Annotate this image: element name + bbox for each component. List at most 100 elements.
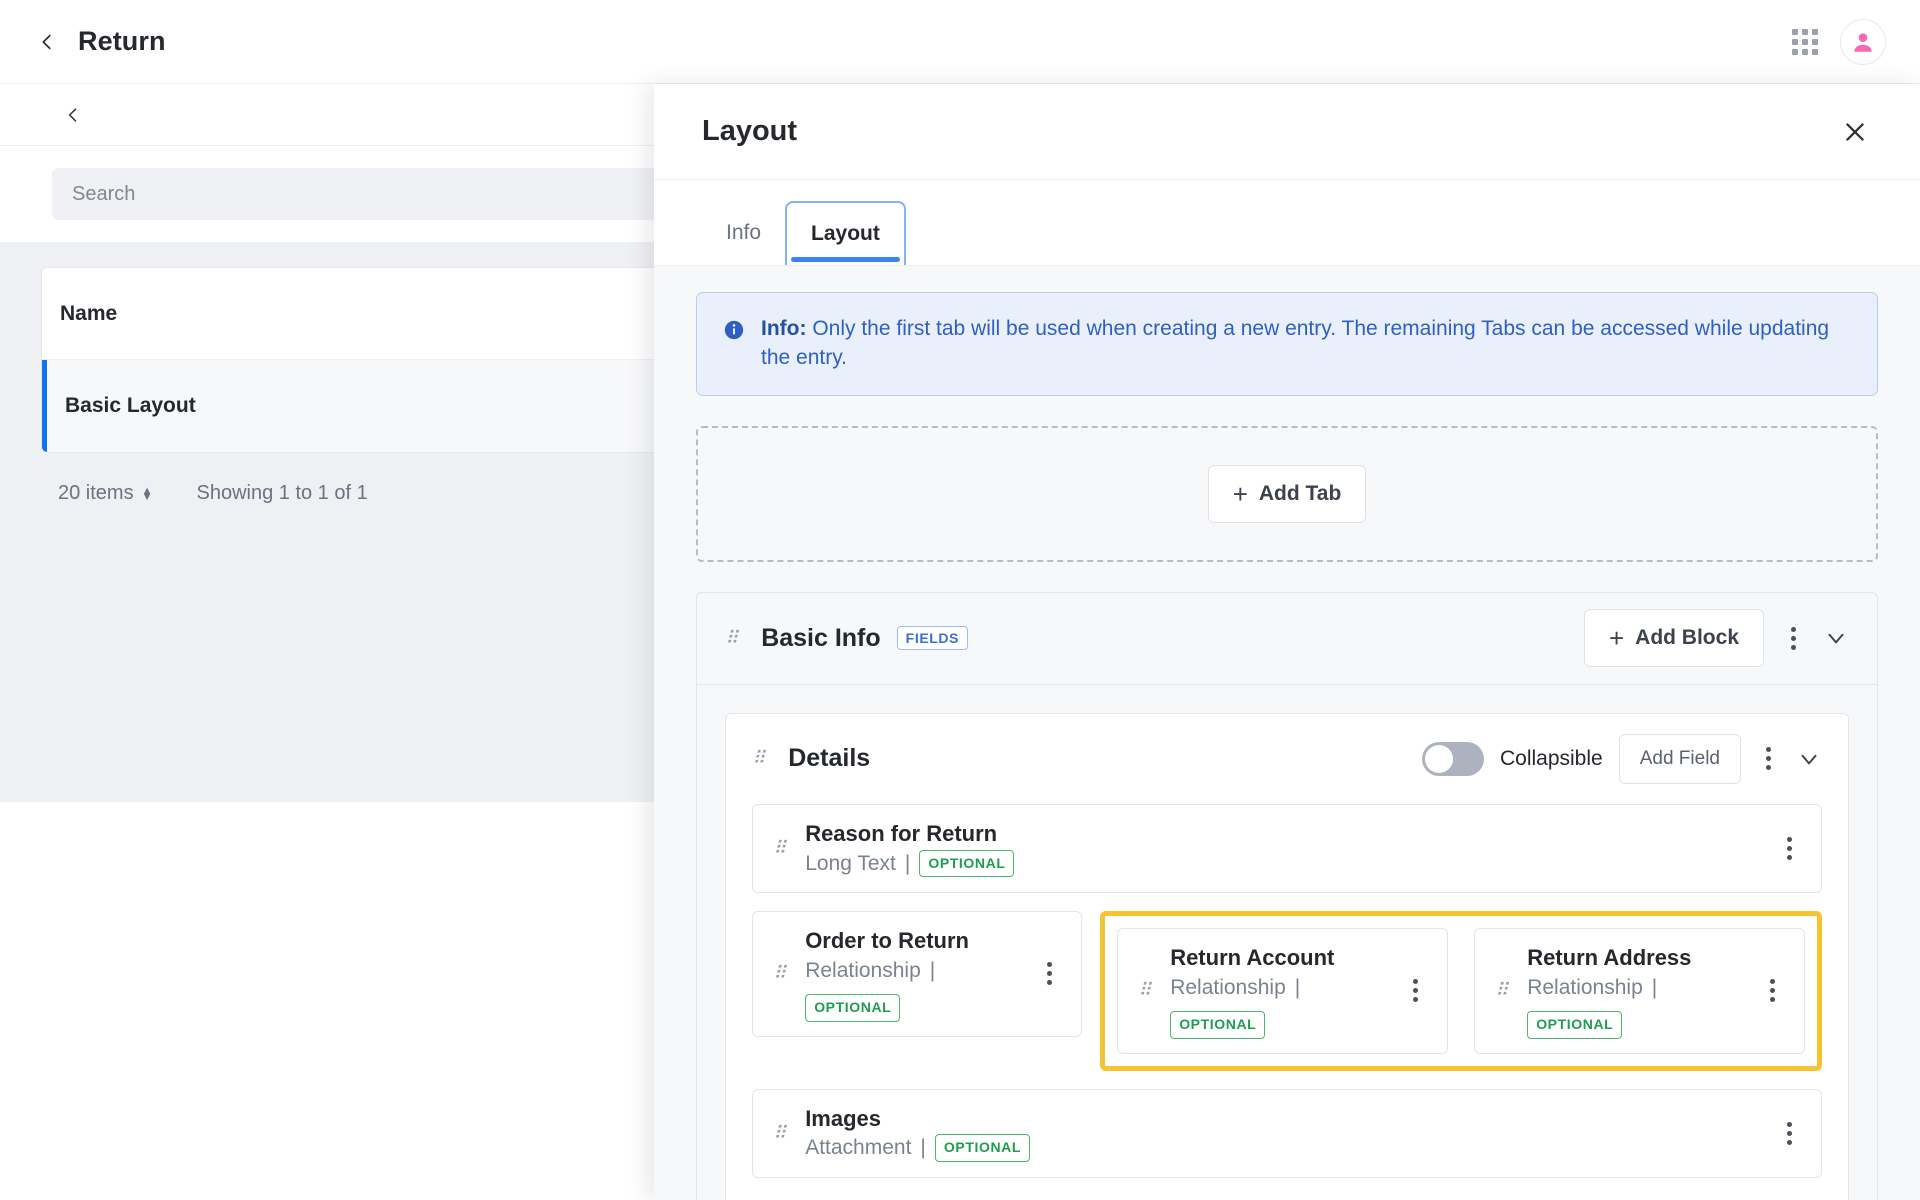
kebab-menu-icon[interactable] xyxy=(1401,973,1427,1008)
top-bar: Return xyxy=(0,0,1920,84)
status-badge-optional: OPTIONAL xyxy=(805,994,901,1022)
field-col-order-to-return: ⠿ Order to Return Relationship | OPTIONA… xyxy=(752,911,1082,1071)
field-separator: | xyxy=(929,958,936,982)
column-header-name: Name xyxy=(60,301,118,325)
toggle-knob xyxy=(1424,744,1453,773)
status-badge-optional: OPTIONAL xyxy=(934,1134,1031,1162)
field-row-relationships: ⠿ Order to Return Relationship | OPTIONA… xyxy=(752,911,1822,1071)
info-banner-text-wrap: Info: Only the first tab will be used wh… xyxy=(761,315,1851,373)
page-title: Return xyxy=(78,26,166,56)
field-name: Return Address xyxy=(1527,945,1692,971)
field-texts: Return Address Relationship | OPTIONAL xyxy=(1527,943,1758,1039)
drag-handle-icon[interactable]: ⠿ xyxy=(752,749,766,767)
field-main: ⠿ Images Attachment | OPTIONAL xyxy=(773,1104,1775,1163)
plus-icon: + xyxy=(1608,623,1625,654)
status-badge-optional: OPTIONAL xyxy=(1527,1011,1623,1039)
chevron-left-icon[interactable] xyxy=(34,29,60,55)
collapsible-label: Collapsible xyxy=(1499,746,1603,770)
field-type: Relationship xyxy=(1527,975,1643,999)
app-root: Return Search Name Basic Layout 20 items… xyxy=(0,0,1920,1200)
status-badge-fields: FIELDS xyxy=(896,626,969,651)
field-name: Images xyxy=(805,1105,882,1131)
field-texts: Return Account Relationship | OPTIONAL xyxy=(1170,943,1401,1039)
section-header: ⠿ Details Collapsible Add Field xyxy=(726,714,1848,804)
kebab-menu-icon[interactable] xyxy=(1782,621,1805,656)
kebab-menu-icon[interactable] xyxy=(1775,831,1801,866)
status-badge-optional: OPTIONAL xyxy=(919,849,1015,878)
field-texts: Images Attachment | OPTIONAL xyxy=(805,1104,1031,1163)
section-body: ⠿ Reason for Return Long Text | OPTIONAL xyxy=(726,803,1848,1200)
field-card-images[interactable]: ⠿ Images Attachment | OPTIONAL xyxy=(752,1088,1822,1178)
field-meta: Long Text | OPTIONAL xyxy=(805,849,1015,878)
field-name: Order to Return xyxy=(805,928,969,954)
block-body: ⠿ Details Collapsible Add Field ⠿ Reason… xyxy=(697,685,1877,1200)
field-type: Relationship xyxy=(805,958,921,982)
info-banner-label: Info: xyxy=(761,317,807,340)
drag-handle-icon[interactable]: ⠿ xyxy=(773,1124,787,1142)
kebab-menu-icon[interactable] xyxy=(1757,741,1780,776)
drag-handle-icon[interactable]: ⠿ xyxy=(725,629,739,647)
info-circle-icon xyxy=(723,319,745,350)
plus-icon: + xyxy=(1232,478,1248,509)
add-block-button[interactable]: + Add Block xyxy=(1583,609,1764,668)
field-separator: | xyxy=(1651,975,1658,999)
kebab-menu-icon[interactable] xyxy=(1035,956,1061,991)
drag-handle-icon[interactable]: ⠿ xyxy=(773,839,787,857)
collapsible-toggle[interactable] xyxy=(1421,741,1484,776)
field-main: ⠿ Order to Return Relationship | OPTIONA… xyxy=(773,926,1035,1022)
selection-highlight-box: ⠿ Return Account Relationship | OPTIONAL xyxy=(1100,911,1822,1071)
field-separator: | xyxy=(904,851,911,875)
chevron-down-icon[interactable] xyxy=(1796,746,1822,772)
add-tab-button[interactable]: + Add Tab xyxy=(1207,464,1367,523)
field-name: Return Account xyxy=(1170,945,1335,971)
avatar[interactable] xyxy=(1840,18,1886,65)
field-main: ⠿ Return Account Relationship | OPTIONAL xyxy=(1138,943,1401,1039)
field-meta: Attachment | OPTIONAL xyxy=(805,1133,1031,1162)
layout-modal: Layout Info Layout Info: Only the first … xyxy=(654,84,1920,1200)
field-main: ⠿ Return Address Relationship | OPTIONAL xyxy=(1495,943,1758,1039)
chevron-down-icon[interactable] xyxy=(1823,625,1849,651)
modal-tabs: Info Layout xyxy=(654,180,1920,266)
field-card-order-to-return[interactable]: ⠿ Order to Return Relationship | OPTIONA… xyxy=(752,911,1082,1037)
items-count-label: 20 items xyxy=(58,482,134,504)
drag-handle-icon[interactable]: ⠿ xyxy=(1138,981,1152,999)
row-label-basic-layout: Basic Layout xyxy=(65,394,196,417)
field-type: Attachment xyxy=(805,1136,912,1160)
showing-range-label: Showing 1 to 1 of 1 xyxy=(196,482,368,504)
chevron-left-icon-secondary[interactable] xyxy=(60,102,86,128)
field-name: Reason for Return xyxy=(805,820,998,846)
kebab-menu-icon[interactable] xyxy=(1758,973,1784,1008)
kebab-menu-icon[interactable] xyxy=(1775,1116,1801,1151)
field-type: Relationship xyxy=(1170,975,1286,999)
grid-apps-icon[interactable] xyxy=(1792,28,1818,55)
field-main: ⠿ Reason for Return Long Text | OPTIONAL xyxy=(773,819,1775,878)
block-header: ⠿ Basic Info FIELDS + Add Block xyxy=(697,593,1877,685)
field-meta: Relationship | OPTIONAL xyxy=(1170,973,1401,1039)
drag-handle-icon[interactable]: ⠿ xyxy=(773,964,787,982)
field-card-return-account[interactable]: ⠿ Return Account Relationship | OPTIONAL xyxy=(1117,928,1448,1054)
add-field-button[interactable]: Add Field xyxy=(1618,733,1741,784)
top-bar-right xyxy=(1792,18,1886,65)
drag-handle-icon[interactable]: ⠿ xyxy=(1495,981,1509,999)
items-per-page-selector[interactable]: 20 items ▲ ▼ xyxy=(58,482,152,505)
close-icon[interactable] xyxy=(1838,115,1872,149)
field-texts: Order to Return Relationship | OPTIONAL xyxy=(805,926,1035,1022)
top-bar-left: Return xyxy=(34,26,166,57)
block-basic-info: ⠿ Basic Info FIELDS + Add Block ⠿ Detail… xyxy=(696,591,1878,1200)
field-card-reason-for-return[interactable]: ⠿ Reason for Return Long Text | OPTIONAL xyxy=(752,803,1822,894)
add-field-label: Add Field xyxy=(1639,747,1720,769)
add-tab-label: Add Tab xyxy=(1258,481,1342,505)
field-meta: Relationship | OPTIONAL xyxy=(805,956,1035,1022)
field-type: Long Text xyxy=(805,851,896,875)
tab-info[interactable]: Info xyxy=(702,201,785,265)
field-separator: | xyxy=(1294,975,1301,999)
add-tab-dropzone: + Add Tab xyxy=(696,425,1878,562)
modal-header: Layout xyxy=(654,84,1920,180)
chevron-updown-icon: ▲ ▼ xyxy=(141,484,153,503)
field-separator: | xyxy=(920,1136,926,1160)
tab-layout[interactable]: Layout xyxy=(785,201,906,265)
field-card-return-address[interactable]: ⠿ Return Address Relationship | OPTIONAL xyxy=(1474,928,1805,1054)
modal-title: Layout xyxy=(702,115,798,147)
block-title: Basic Info xyxy=(761,623,881,652)
section-title: Details xyxy=(788,744,871,773)
